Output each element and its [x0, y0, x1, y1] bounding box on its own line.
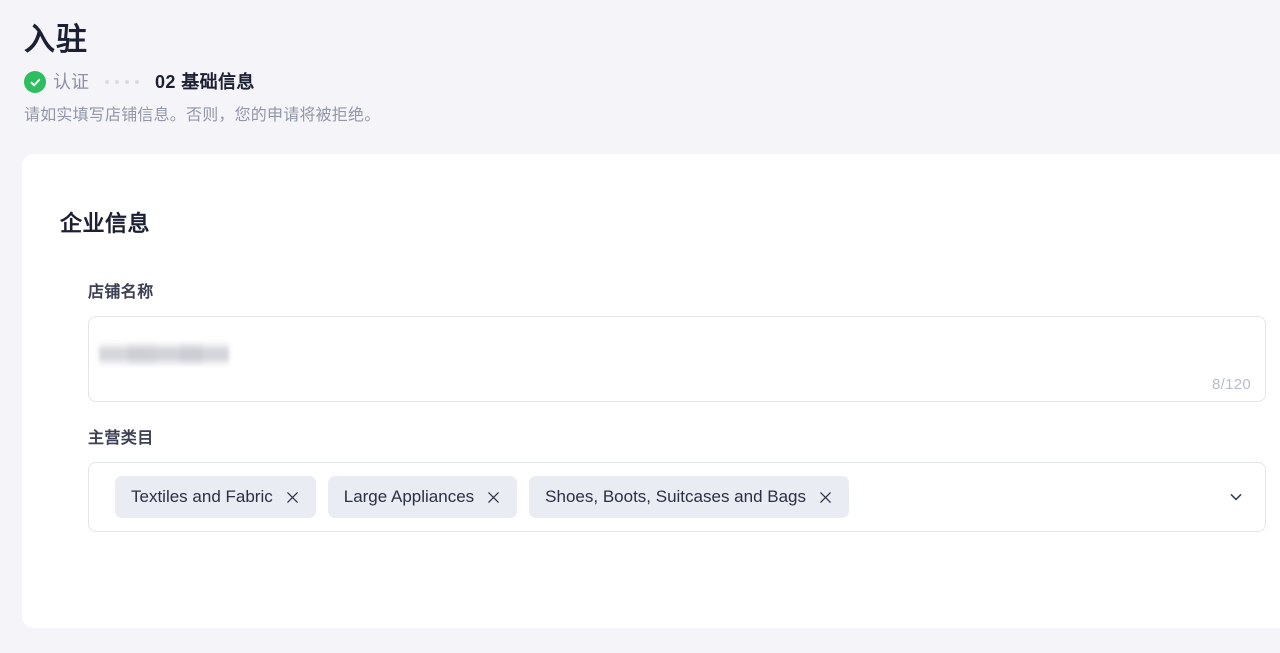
shop-name-label: 店铺名称: [88, 282, 1266, 304]
card-title: 企业信息: [22, 154, 1280, 238]
separator-dot: [105, 80, 109, 84]
enterprise-info-card: 企业信息 店铺名称 8/120 主营类目 Textiles and Fabric…: [22, 154, 1280, 628]
separator-dot: [115, 80, 119, 84]
category-tag[interactable]: Large Appliances: [328, 476, 517, 518]
page-title: 入驻: [24, 18, 1280, 62]
page-description: 请如实填写店铺信息。否则，您的申请将被拒绝。: [24, 104, 1280, 128]
close-icon[interactable]: [486, 490, 501, 505]
category-tag-label: Large Appliances: [344, 485, 474, 509]
step-item-basic-info[interactable]: 02 基础信息: [155, 71, 255, 93]
separator-dot: [135, 80, 139, 84]
step-separator-dots: [105, 80, 139, 84]
separator-dot: [125, 80, 129, 84]
category-tag-label: Textiles and Fabric: [131, 485, 273, 509]
shop-name-input[interactable]: 8/120: [88, 316, 1266, 402]
field-main-category: 主营类目 Textiles and Fabric Large Appliance…: [22, 428, 1280, 532]
chevron-down-icon[interactable]: [1227, 488, 1245, 506]
step-label-basic-info: 02 基础信息: [155, 71, 255, 93]
step-item-verification[interactable]: 认证: [24, 71, 89, 93]
close-icon[interactable]: [818, 490, 833, 505]
shop-name-value-redacted: [99, 343, 229, 365]
main-category-label: 主营类目: [88, 428, 1266, 450]
step-label-verification: 认证: [53, 71, 89, 93]
check-circle-icon: [24, 71, 46, 93]
category-tag[interactable]: Shoes, Boots, Suitcases and Bags: [529, 476, 849, 518]
main-category-select[interactable]: Textiles and Fabric Large Appliances Sho…: [88, 462, 1266, 532]
step-indicator: 认证 02 基础信息: [24, 68, 1280, 96]
category-tag-label: Shoes, Boots, Suitcases and Bags: [545, 485, 806, 509]
shop-name-character-counter: 8/120: [1212, 376, 1251, 393]
category-tag[interactable]: Textiles and Fabric: [115, 476, 316, 518]
page-header: 入驻 认证 02 基础信息 请如实填写店铺信息。否则，您的申请将被拒绝。: [0, 0, 1280, 128]
close-icon[interactable]: [285, 490, 300, 505]
field-shop-name: 店铺名称 8/120: [22, 282, 1280, 402]
